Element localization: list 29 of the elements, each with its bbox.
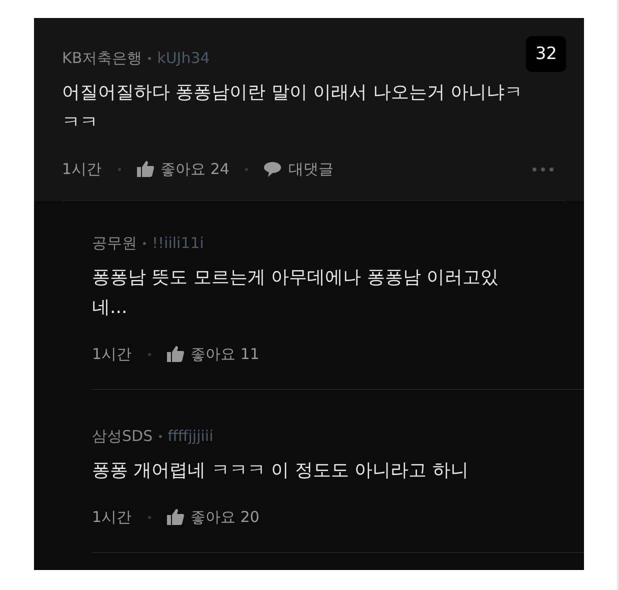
author-name: 공무원 <box>92 234 137 252</box>
separator-dot <box>158 434 162 438</box>
separator-dot <box>118 168 121 170</box>
separator-dot <box>245 168 248 170</box>
more-icon[interactable] <box>532 166 554 172</box>
user-handle: kUJh34 <box>157 49 210 67</box>
like-button[interactable]: 좋아요 11 <box>166 344 260 364</box>
comment-text: 퐁퐁남 뜻도 모르는게 아무데에나 퐁퐁남 이러고있네... <box>92 266 500 320</box>
author-name: 삼성SDS <box>92 426 153 446</box>
comment-text: 어질어질하다 퐁퐁남이란 말이 이래서 나오는거 아니냐ㅋㅋㅋ <box>62 81 524 135</box>
time-ago: 1시간 <box>92 344 132 364</box>
time-ago: 1시간 <box>92 508 132 526</box>
separator-dot <box>148 56 152 60</box>
like-button[interactable]: 좋아요 20 <box>166 508 260 526</box>
reply-button[interactable]: 대댓글 <box>264 160 334 178</box>
user-handle: ffffjjjiii <box>168 427 214 445</box>
thumbs-up-icon <box>166 509 184 525</box>
author-name: KB저축은행 <box>62 48 142 68</box>
time-ago: 1시간 <box>62 160 102 178</box>
thumbs-up-icon <box>136 161 154 177</box>
comment-text: 퐁퐁 개어렵네 ㅋㅋㅋ 이 정도도 아니라고 하니 <box>92 459 470 483</box>
separator-dot <box>148 516 151 518</box>
separator-dot <box>148 352 151 356</box>
like-button[interactable]: 좋아요 24 <box>136 160 230 178</box>
separator-dot <box>143 242 146 244</box>
thumbs-up-icon <box>166 346 184 362</box>
user-handle: !!iili11i <box>152 234 204 252</box>
speech-bubble-icon <box>264 162 282 176</box>
count-badge: 32 <box>526 36 566 72</box>
